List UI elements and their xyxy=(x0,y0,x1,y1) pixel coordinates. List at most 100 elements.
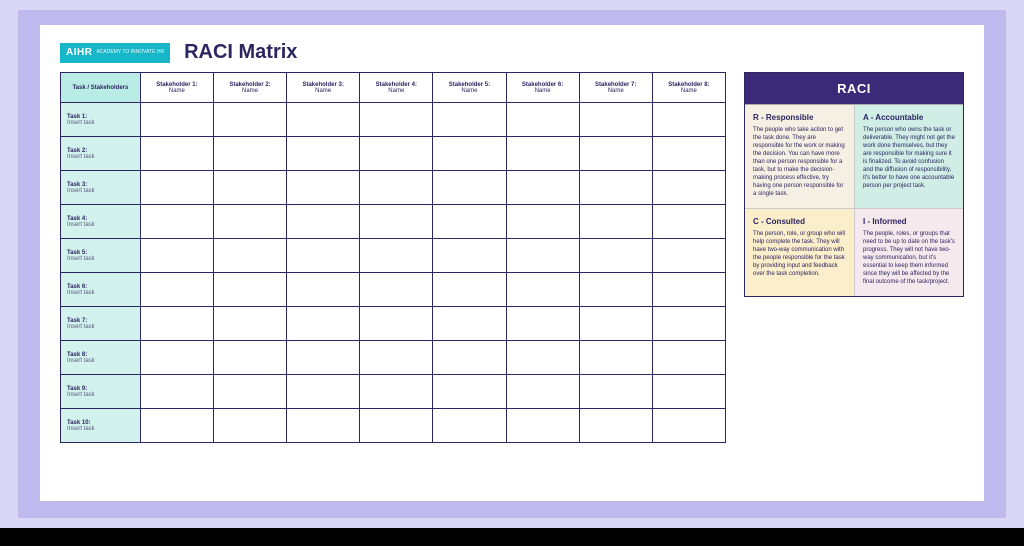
matrix-cell[interactable] xyxy=(506,103,579,137)
matrix-cell[interactable] xyxy=(287,375,360,409)
matrix-cell[interactable] xyxy=(652,205,725,239)
matrix-cell[interactable] xyxy=(433,307,506,341)
matrix-cell[interactable] xyxy=(360,205,433,239)
matrix-cell[interactable] xyxy=(579,137,652,171)
stakeholder-header[interactable]: Stakeholder 6:Name xyxy=(506,73,579,103)
matrix-cell[interactable] xyxy=(287,103,360,137)
matrix-cell[interactable] xyxy=(652,341,725,375)
stakeholder-header[interactable]: Stakeholder 8:Name xyxy=(652,73,725,103)
task-cell[interactable]: Task 7:Insert task xyxy=(61,307,141,341)
matrix-cell[interactable] xyxy=(213,409,286,443)
matrix-cell[interactable] xyxy=(506,375,579,409)
matrix-cell[interactable] xyxy=(652,273,725,307)
matrix-cell[interactable] xyxy=(579,239,652,273)
matrix-cell[interactable] xyxy=(213,341,286,375)
task-cell[interactable]: Task 3:Insert task xyxy=(61,171,141,205)
matrix-cell[interactable] xyxy=(140,307,213,341)
matrix-cell[interactable] xyxy=(360,341,433,375)
matrix-cell[interactable] xyxy=(360,409,433,443)
task-cell[interactable]: Task 9:Insert task xyxy=(61,375,141,409)
matrix-cell[interactable] xyxy=(140,375,213,409)
stakeholder-header[interactable]: Stakeholder 5:Name xyxy=(433,73,506,103)
matrix-cell[interactable] xyxy=(506,307,579,341)
matrix-cell[interactable] xyxy=(140,205,213,239)
matrix-cell[interactable] xyxy=(140,273,213,307)
matrix-cell[interactable] xyxy=(140,341,213,375)
matrix-cell[interactable] xyxy=(140,239,213,273)
matrix-cell[interactable] xyxy=(433,409,506,443)
stakeholder-header[interactable]: Stakeholder 1:Name xyxy=(140,73,213,103)
stakeholder-header[interactable]: Stakeholder 3:Name xyxy=(287,73,360,103)
matrix-cell[interactable] xyxy=(652,375,725,409)
matrix-cell[interactable] xyxy=(433,137,506,171)
matrix-cell[interactable] xyxy=(652,171,725,205)
task-cell[interactable]: Task 10:Insert task xyxy=(61,409,141,443)
matrix-corner-cell: Task / Stakeholders xyxy=(61,73,141,103)
task-cell[interactable]: Task 6:Insert task xyxy=(61,273,141,307)
matrix-cell[interactable] xyxy=(287,171,360,205)
task-cell[interactable]: Task 8:Insert task xyxy=(61,341,141,375)
matrix-cell[interactable] xyxy=(213,375,286,409)
matrix-cell[interactable] xyxy=(287,205,360,239)
matrix-cell[interactable] xyxy=(360,103,433,137)
matrix-cell[interactable] xyxy=(360,137,433,171)
matrix-cell[interactable] xyxy=(579,409,652,443)
matrix-cell[interactable] xyxy=(433,341,506,375)
matrix-cell[interactable] xyxy=(140,171,213,205)
matrix-cell[interactable] xyxy=(433,375,506,409)
matrix-cell[interactable] xyxy=(506,171,579,205)
matrix-cell[interactable] xyxy=(213,103,286,137)
matrix-cell[interactable] xyxy=(140,409,213,443)
stakeholder-header[interactable]: Stakeholder 2:Name xyxy=(213,73,286,103)
task-cell[interactable]: Task 1:Insert task xyxy=(61,103,141,137)
matrix-cell[interactable] xyxy=(506,137,579,171)
matrix-cell[interactable] xyxy=(506,239,579,273)
matrix-cell[interactable] xyxy=(360,171,433,205)
matrix-cell[interactable] xyxy=(213,273,286,307)
matrix-cell[interactable] xyxy=(287,409,360,443)
matrix-cell[interactable] xyxy=(579,307,652,341)
matrix-cell[interactable] xyxy=(652,409,725,443)
matrix-cell[interactable] xyxy=(506,409,579,443)
matrix-cell[interactable] xyxy=(433,103,506,137)
task-cell[interactable]: Task 4:Insert task xyxy=(61,205,141,239)
matrix-cell[interactable] xyxy=(579,171,652,205)
matrix-cell[interactable] xyxy=(287,137,360,171)
matrix-cell[interactable] xyxy=(579,375,652,409)
matrix-cell[interactable] xyxy=(213,307,286,341)
document-page: AIHR ACADEMY TO INNOVATE HR RACI Matrix … xyxy=(40,25,984,501)
matrix-cell[interactable] xyxy=(433,205,506,239)
matrix-cell[interactable] xyxy=(579,103,652,137)
matrix-cell[interactable] xyxy=(433,239,506,273)
matrix-cell[interactable] xyxy=(213,205,286,239)
matrix-cell[interactable] xyxy=(579,341,652,375)
matrix-cell[interactable] xyxy=(652,103,725,137)
matrix-cell[interactable] xyxy=(506,273,579,307)
matrix-cell[interactable] xyxy=(433,171,506,205)
matrix-cell[interactable] xyxy=(433,273,506,307)
matrix-cell[interactable] xyxy=(360,375,433,409)
task-cell[interactable]: Task 2:Insert task xyxy=(61,137,141,171)
matrix-cell[interactable] xyxy=(652,137,725,171)
matrix-cell[interactable] xyxy=(213,239,286,273)
matrix-cell[interactable] xyxy=(506,341,579,375)
matrix-cell[interactable] xyxy=(652,239,725,273)
matrix-cell[interactable] xyxy=(287,273,360,307)
matrix-cell[interactable] xyxy=(213,171,286,205)
matrix-cell[interactable] xyxy=(140,103,213,137)
matrix-cell[interactable] xyxy=(360,307,433,341)
matrix-cell[interactable] xyxy=(506,205,579,239)
matrix-cell[interactable] xyxy=(579,205,652,239)
stakeholder-header[interactable]: Stakeholder 7:Name xyxy=(579,73,652,103)
matrix-cell[interactable] xyxy=(579,273,652,307)
matrix-cell[interactable] xyxy=(213,137,286,171)
matrix-cell[interactable] xyxy=(287,341,360,375)
matrix-cell[interactable] xyxy=(287,307,360,341)
stakeholder-header[interactable]: Stakeholder 4:Name xyxy=(360,73,433,103)
matrix-cell[interactable] xyxy=(140,137,213,171)
matrix-cell[interactable] xyxy=(287,239,360,273)
task-cell[interactable]: Task 5:Insert task xyxy=(61,239,141,273)
matrix-cell[interactable] xyxy=(652,307,725,341)
matrix-cell[interactable] xyxy=(360,239,433,273)
matrix-cell[interactable] xyxy=(360,273,433,307)
